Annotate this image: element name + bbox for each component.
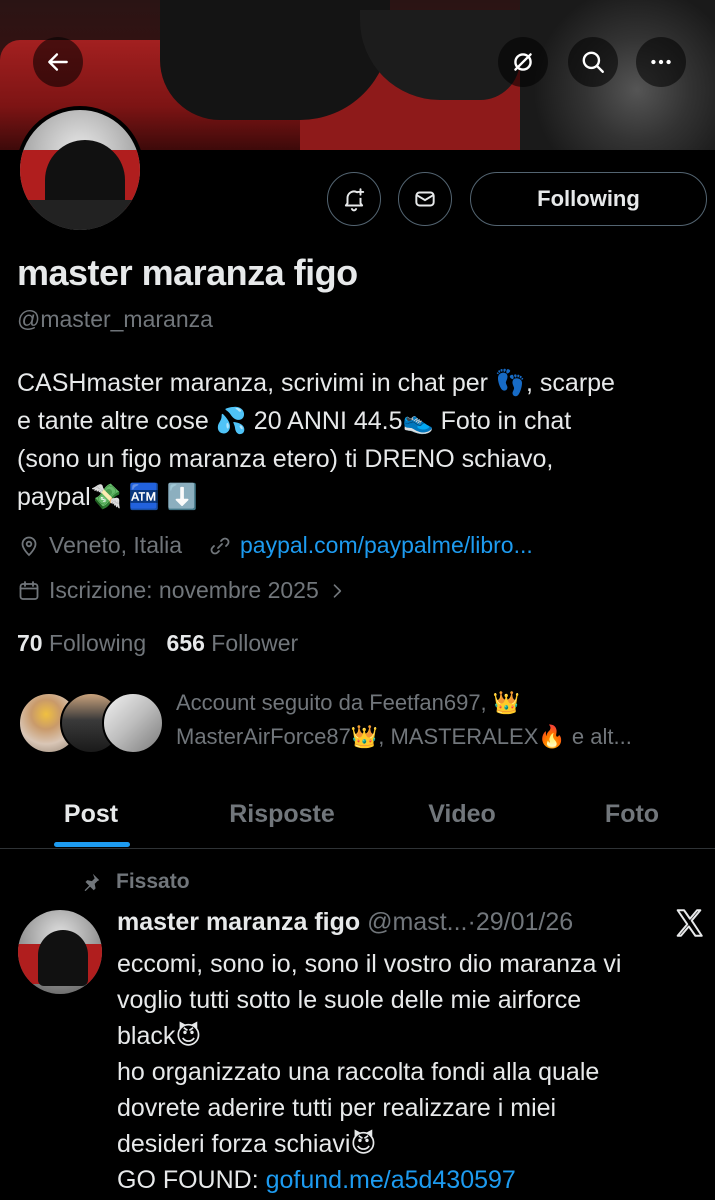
x-logo-icon (676, 909, 703, 937)
post-line: desideri forza schiavi😈 (117, 1130, 377, 1158)
following-count-link[interactable]: 70 Following (17, 630, 146, 656)
followers-count: 656 (166, 630, 205, 656)
notifications-button[interactable] (327, 172, 381, 226)
tab-risposte[interactable]: Risposte (205, 780, 359, 848)
avatar (102, 692, 164, 754)
followed-by-line: MasterAirForce87👑, MASTERALEX🔥 e alt... (176, 724, 632, 749)
post-separator: · (467, 908, 476, 936)
more-dots-icon (651, 59, 671, 65)
active-tab-indicator (54, 842, 130, 847)
pinned-label: Fissato (116, 870, 190, 893)
pin-icon (84, 873, 100, 892)
tab-video[interactable]: Video (405, 780, 519, 848)
post-line: dovrete aderire tutti per realizzare i m… (117, 1094, 557, 1122)
post-link-line: GO FOUND: gofund.me/a5d430597 (117, 1162, 712, 1198)
profile-tabs: Post Risposte Video Foto (0, 780, 715, 849)
bio-line: CASHmaster maranza, scrivimi in chat per… (17, 369, 615, 397)
profile-meta: Veneto, Italia paypal.com/paypalme/libro… (17, 532, 533, 559)
tab-foto[interactable]: Foto (580, 780, 684, 848)
bio-line: (sono un figo maranza etero) ti DRENO sc… (17, 445, 554, 473)
profile-bio: CASHmaster maranza, scrivimi in chat per… (17, 364, 712, 516)
post-line: voglio tutti sotto le suole delle mie ai… (117, 986, 582, 1014)
post-link-prefix: GO FOUND: (117, 1166, 266, 1194)
followed-by-line: Account seguito da Feetfan697, 👑 (176, 690, 521, 715)
post-date[interactable]: 29/01/26 (476, 908, 573, 936)
followers-count-link[interactable]: 656 Follower (167, 630, 299, 656)
profile-website-link[interactable]: paypal.com/paypalme/libro... (240, 532, 533, 559)
hide-button[interactable] (498, 37, 548, 87)
post-line: eccomi, sono io, sono il vostro dio mara… (117, 950, 622, 978)
bio-line: e tante altre cose 💦 20 ANNI 44.5👟 Foto … (17, 407, 572, 435)
post-line: black😈 (117, 1022, 202, 1050)
profile-joined[interactable]: Iscrizione: novembre 2025 (17, 577, 355, 604)
bio-line: paypal💸 🏧 ⬇️ (17, 483, 198, 511)
tab-post[interactable]: Post (40, 780, 142, 848)
profile-location: Veneto, Italia (49, 532, 182, 558)
profile-avatar[interactable] (16, 106, 144, 234)
post-line: ho organizzato una raccolta fondi alla q… (117, 1058, 600, 1086)
location-pin-icon (21, 536, 37, 556)
bell-plus-icon (344, 188, 365, 212)
more-button[interactable] (636, 37, 686, 87)
link-icon (210, 537, 230, 554)
post-header: master maranza figo @mast...·29/01/26 (117, 908, 573, 937)
followed-by-text[interactable]: Account seguito da Feetfan697, 👑 MasterA… (176, 686, 711, 754)
search-icon (582, 51, 604, 73)
avatar-image-part (20, 200, 140, 230)
back-button[interactable] (33, 37, 83, 87)
following-button[interactable]: Following (470, 172, 707, 226)
post-author-avatar[interactable] (18, 910, 102, 994)
joined-date: Iscrizione: novembre 2025 (49, 577, 319, 603)
envelope-icon (415, 191, 435, 207)
following-count: 70 (17, 630, 43, 656)
chevron-right-icon (333, 583, 341, 598)
message-button[interactable] (398, 172, 452, 226)
post-author-handle[interactable]: @mast... (367, 908, 467, 936)
following-label: Following (48, 630, 147, 656)
profile-handle: @master_maranza (17, 306, 213, 332)
follow-counts: 70 Following 656 Follower (17, 630, 298, 657)
search-button[interactable] (568, 37, 618, 87)
post-body[interactable]: eccomi, sono io, sono il vostro dio mara… (117, 946, 712, 1198)
arrow-left-icon (48, 53, 68, 71)
post-link[interactable]: gofund.me/a5d430597 (266, 1166, 516, 1194)
followed-by-avatars[interactable] (18, 692, 164, 754)
pinned-indicator: Fissato (80, 870, 190, 894)
followers-label: Follower (211, 630, 299, 656)
calendar-icon (19, 580, 39, 600)
profile-name: master maranza figo (17, 252, 358, 293)
circle-slash-icon (514, 53, 532, 71)
banner-image-part (520, 0, 715, 150)
post-author-name[interactable]: master maranza figo (117, 908, 360, 936)
avatar-image-part (38, 930, 88, 986)
